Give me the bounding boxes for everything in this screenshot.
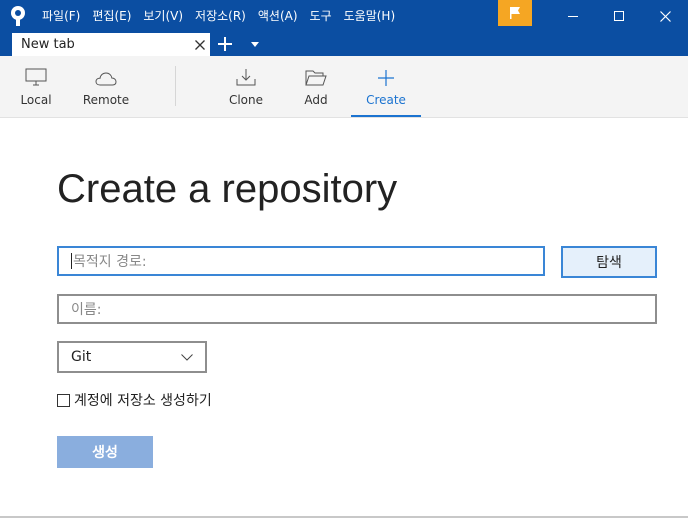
app-logo-icon[interactable]	[0, 0, 36, 32]
page-title: Create a repository	[57, 167, 398, 211]
text-caret	[71, 253, 72, 269]
create-tab-button[interactable]: Create	[351, 56, 421, 117]
create-label: Create	[366, 93, 406, 107]
create-on-account-label: 계정에 저장소 생성하기	[74, 393, 212, 409]
monitor-icon	[25, 68, 47, 86]
vcs-type-select[interactable]: Git	[57, 341, 207, 373]
flag-icon	[510, 7, 520, 19]
tab-close-button[interactable]	[190, 33, 210, 56]
local-button[interactable]: Local	[14, 56, 58, 117]
create-on-account-option[interactable]: 계정에 저장소 생성하기	[57, 391, 212, 409]
clone-label: Clone	[228, 93, 264, 107]
close-window-button[interactable]	[642, 0, 688, 32]
repository-name-placeholder: 이름:	[71, 302, 102, 318]
close-icon	[659, 10, 671, 22]
toolbar: Local Remote Clone Add Create	[0, 56, 688, 118]
maximize-icon	[614, 11, 624, 21]
menu-file[interactable]: 파일(F)	[36, 0, 86, 32]
menu-help[interactable]: 도움말(H)	[338, 0, 402, 32]
vcs-type-value: Git	[71, 349, 92, 365]
cloud-icon	[95, 72, 117, 86]
plus-icon	[218, 37, 232, 51]
tab-new-tab[interactable]: New tab	[12, 33, 210, 56]
title-bar: 파일(F) 편집(E) 보기(V) 저장소(R) 액션(A) 도구 도움말(H)	[0, 0, 688, 32]
menu-repository[interactable]: 저장소(R)	[189, 0, 252, 32]
browse-button[interactable]: 탐색	[561, 246, 657, 278]
destination-path-placeholder: 목적지 경로:	[73, 254, 147, 270]
tab-strip: New tab	[0, 32, 688, 56]
destination-path-input[interactable]: 목적지 경로:	[57, 246, 545, 276]
flag-button[interactable]	[498, 0, 532, 26]
create-on-account-checkbox[interactable]	[57, 393, 70, 407]
add-button[interactable]: Add	[294, 56, 338, 117]
minimize-icon	[568, 16, 578, 17]
toolbar-separator	[175, 66, 176, 106]
remote-label: Remote	[82, 93, 130, 107]
menu-bar: 파일(F) 편집(E) 보기(V) 저장소(R) 액션(A) 도구 도움말(H)	[36, 0, 401, 32]
close-icon	[195, 39, 205, 50]
tab-label: New tab	[21, 37, 75, 52]
folder-icon	[305, 70, 327, 86]
menu-edit[interactable]: 편집(E)	[86, 0, 137, 32]
maximize-button[interactable]	[596, 0, 642, 32]
remote-button[interactable]: Remote	[80, 56, 132, 117]
menu-actions[interactable]: 액션(A)	[252, 0, 304, 32]
chevron-down-icon	[181, 353, 193, 361]
menu-tools[interactable]: 도구	[304, 0, 338, 32]
add-label: Add	[304, 93, 328, 107]
plus-icon	[378, 70, 394, 86]
chevron-down-icon	[251, 41, 259, 47]
new-tab-button[interactable]	[214, 34, 236, 54]
local-label: Local	[20, 93, 52, 107]
clone-button[interactable]: Clone	[224, 56, 268, 117]
menu-view[interactable]: 보기(V)	[137, 0, 189, 32]
create-button[interactable]: 생성	[57, 436, 153, 468]
download-icon	[236, 69, 256, 86]
repository-name-input[interactable]: 이름:	[57, 294, 657, 324]
active-tab-indicator	[351, 115, 421, 117]
tab-list-dropdown[interactable]	[246, 34, 264, 54]
minimize-button[interactable]	[550, 0, 596, 32]
